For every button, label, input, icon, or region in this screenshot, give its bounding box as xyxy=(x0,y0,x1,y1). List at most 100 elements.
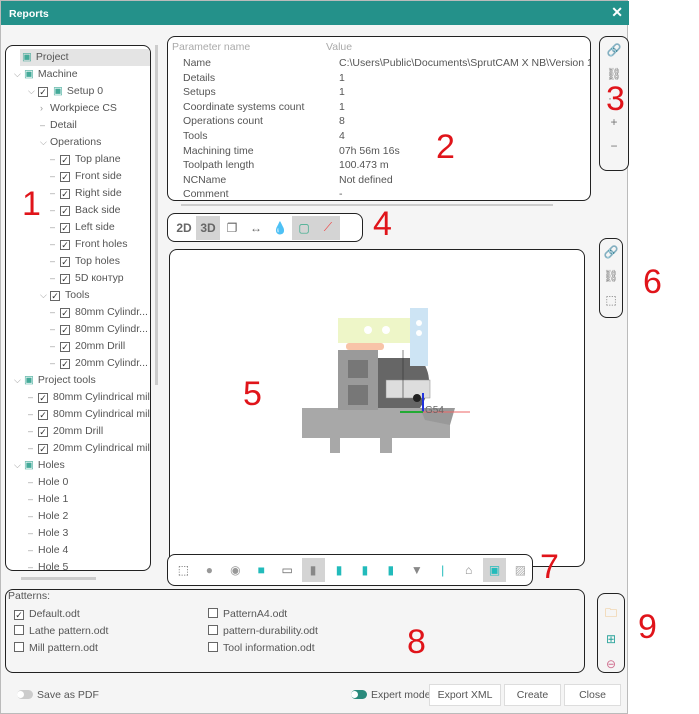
remove-pattern-icon[interactable]: ⊖ xyxy=(606,657,616,672)
create-button[interactable]: Create xyxy=(504,684,561,706)
tree-item[interactable]: ⌵ Operations xyxy=(40,134,101,151)
checkbox[interactable]: ✓ xyxy=(50,291,60,301)
close-button[interactable]: Close xyxy=(564,684,621,706)
chevron-down-icon[interactable]: ⌵ xyxy=(14,457,24,474)
3d-button[interactable]: 3D xyxy=(196,215,220,240)
toggle-switch[interactable] xyxy=(351,690,367,699)
checkbox[interactable]: ✓ xyxy=(38,410,48,420)
tree-item[interactable]: – ✓ 80mm Cylindr... xyxy=(50,321,148,338)
dimension-icon[interactable]: ↔ xyxy=(244,216,268,240)
checkbox[interactable]: ✓ xyxy=(60,325,70,335)
tree-item[interactable]: – ✓ Left side xyxy=(50,219,115,236)
minus-icon[interactable]: − xyxy=(610,139,617,157)
tree-item[interactable]: – Detail xyxy=(40,117,77,134)
checkbox[interactable]: ✓ xyxy=(60,359,70,369)
tree-item[interactable]: – ✓ 80mm Cylindrical mill xyxy=(28,406,150,423)
tree-item[interactable]: – ✓ 20mm Drill xyxy=(50,338,125,355)
checkbox[interactable]: ✓ xyxy=(38,427,48,437)
checkbox[interactable]: ✓ xyxy=(60,172,70,182)
checkbox[interactable]: ✓ xyxy=(60,155,70,165)
add-pattern-icon[interactable]: ⊞ xyxy=(606,632,616,647)
checkbox[interactable]: ✓ xyxy=(60,240,70,250)
checkbox[interactable]: ✓ xyxy=(60,189,70,199)
tree-item[interactable]: – ✓ 20mm Drill xyxy=(28,423,103,440)
save-as-pdf-toggle[interactable]: Save as PDF xyxy=(17,689,99,701)
checkbox[interactable]: ✓ xyxy=(60,206,70,216)
checkbox[interactable] xyxy=(208,642,218,652)
hatch-icon[interactable]: ▨ xyxy=(509,558,532,582)
link-list-icon[interactable]: ⛓ xyxy=(603,269,618,287)
tree-item[interactable]: – ✓ Back side xyxy=(50,202,121,219)
chevron-down-icon[interactable]: ⌵ xyxy=(14,66,24,83)
checkbox[interactable]: ✓ xyxy=(60,223,70,233)
tree-item[interactable]: – Hole 0 xyxy=(28,474,68,491)
params-horizontal-scrollbar[interactable] xyxy=(181,204,553,206)
tree-item[interactable]: – Hole 4 xyxy=(28,542,68,559)
machine-icon[interactable]: ⌂ xyxy=(457,558,480,582)
cylinder-icon[interactable]: ▮ xyxy=(353,558,376,582)
pattern-item[interactable]: pattern-durability.odt xyxy=(208,625,318,637)
machine-color-icon[interactable]: ▣ xyxy=(483,558,506,582)
tree-item[interactable]: – ✓ 80mm Cylindrical mill xyxy=(28,389,150,406)
tree-item[interactable]: ⌵ ✓ Tools xyxy=(40,287,90,304)
tree-item[interactable]: – ✓ Top holes xyxy=(50,253,120,270)
chevron-down-icon[interactable]: ⌵ xyxy=(40,134,50,151)
screenshot-icon[interactable]: ⬚ xyxy=(605,293,616,311)
tree-item[interactable]: ▣ Project xyxy=(20,49,150,66)
pattern-item[interactable]: PatternA4.odt xyxy=(208,608,287,620)
checkbox[interactable]: ✓ xyxy=(38,444,48,454)
axis-view-icon[interactable]: ⟋ xyxy=(316,215,340,240)
spindle-icon[interactable]: ▼ xyxy=(405,558,428,582)
checkbox[interactable]: ✓ xyxy=(38,87,48,97)
export-xml-button[interactable]: Export XML xyxy=(429,684,501,706)
tree-item[interactable]: – ✓ 20mm Cylindrical mill xyxy=(28,440,150,457)
pattern-item[interactable]: Tool information.odt xyxy=(208,642,315,654)
checkbox[interactable] xyxy=(208,608,218,618)
tree-item[interactable]: ⌵ ✓ ▣ Setup 0 xyxy=(28,83,103,100)
link-icon[interactable]: 🔗 xyxy=(604,245,619,263)
tree-item[interactable]: – ✓ Front holes xyxy=(50,236,128,253)
fixture-icon[interactable]: ▮ xyxy=(328,558,351,582)
expert-mode-toggle[interactable]: Expert mode xyxy=(351,689,431,701)
tree-vertical-scrollbar[interactable] xyxy=(155,45,158,385)
holder-icon[interactable]: ▮ xyxy=(379,558,402,582)
drill-icon[interactable]: | xyxy=(431,558,454,582)
tree-item[interactable]: – Hole 1 xyxy=(28,491,68,508)
tree-item[interactable]: ⌵ ▣ Machine xyxy=(14,66,78,83)
checkbox[interactable]: ✓ xyxy=(60,308,70,318)
tree-item[interactable]: – ✓ 80mm Cylindr... xyxy=(50,304,148,321)
pattern-item[interactable]: Lathe pattern.odt xyxy=(14,625,108,637)
tree-item[interactable]: – ✓ Top plane xyxy=(50,151,121,168)
drop-icon[interactable]: 💧 xyxy=(268,216,292,240)
2d-button[interactable]: 2D xyxy=(172,216,196,240)
workpiece-gray-icon[interactable]: ▮ xyxy=(301,558,325,582)
mesh-sphere-icon[interactable]: ● xyxy=(198,558,221,582)
workpiece-outline-icon[interactable]: ▭ xyxy=(276,558,299,582)
tree-item[interactable]: – ✓ Right side xyxy=(50,185,122,202)
tree-item[interactable]: – Hole 5 xyxy=(28,559,68,570)
checkbox[interactable]: ✓ xyxy=(38,393,48,403)
checkbox[interactable]: ✓ xyxy=(60,342,70,352)
box-view-icon[interactable]: ▢ xyxy=(292,215,316,240)
shaded-part-icon[interactable]: ◉ xyxy=(224,558,247,582)
tree-item[interactable]: – Hole 2 xyxy=(28,508,68,525)
tree-item[interactable]: – ✓ Front side xyxy=(50,168,122,185)
checkbox[interactable] xyxy=(208,625,218,635)
solid-box-icon[interactable]: ■ xyxy=(250,558,273,582)
tree-item[interactable]: – ✓ 20mm Cylindr... xyxy=(50,355,148,372)
chevron-down-icon[interactable]: ⌵ xyxy=(40,287,50,304)
pattern-item[interactable]: ✓ Default.odt xyxy=(14,608,80,620)
tree-item[interactable]: – ✓ 5D контур xyxy=(50,270,124,287)
checkbox[interactable] xyxy=(14,642,24,652)
chevron-down-icon[interactable]: ⌵ xyxy=(14,372,24,389)
open-folder-icon[interactable]: 🗀 xyxy=(605,604,617,622)
toggle-switch[interactable] xyxy=(17,690,33,699)
3d-viewport[interactable]: z G54 xyxy=(169,249,585,567)
project-tree[interactable]: ▣ Project ⌵ ▣ Machine ⌵ ✓ ▣ Setup 0 › Workpiece CS… xyxy=(5,45,151,571)
pattern-item[interactable]: Mill pattern.odt xyxy=(14,642,98,654)
tree-item[interactable]: › Workpiece CS xyxy=(40,100,117,117)
tree-item[interactable]: ⌵ ▣ Holes xyxy=(14,457,65,474)
tree-horizontal-scrollbar[interactable] xyxy=(21,577,96,580)
checkbox[interactable]: ✓ xyxy=(14,610,24,620)
checkbox[interactable]: ✓ xyxy=(60,257,70,267)
